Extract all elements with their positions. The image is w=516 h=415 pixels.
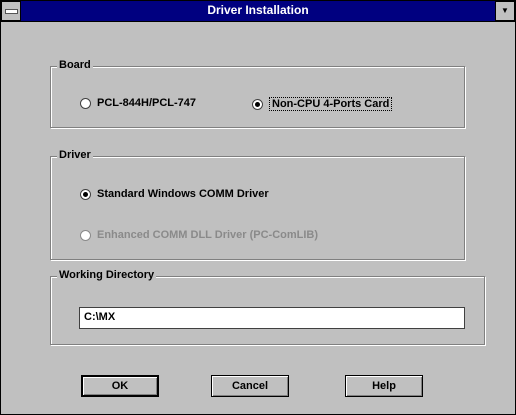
radio-label: Enhanced COMM DLL Driver (PC-ComLIB)	[97, 229, 319, 241]
radio-circle-icon	[80, 229, 91, 241]
radio-pcl-844h[interactable]: PCL-844H/PCL-747	[80, 97, 196, 109]
radio-standard-windows-comm[interactable]: Standard Windows COMM Driver	[80, 188, 269, 200]
system-menu-button[interactable]	[1, 1, 21, 21]
down-arrow-icon: ▼	[501, 6, 509, 15]
radio-circle-selected-icon	[252, 98, 263, 110]
driver-group: Driver	[50, 149, 465, 260]
radio-circle-icon	[80, 97, 91, 109]
system-menu-icon	[5, 9, 18, 14]
driver-group-title: Driver	[57, 149, 93, 161]
window-title: Driver Installation	[207, 3, 309, 17]
ok-button[interactable]: OK	[81, 375, 159, 397]
cancel-button[interactable]: Cancel	[211, 375, 289, 397]
minimize-button[interactable]: ▼	[495, 1, 515, 21]
radio-enhanced-comm-dll: Enhanced COMM DLL Driver (PC-ComLIB)	[80, 229, 318, 241]
working-directory-group-title: Working Directory	[57, 269, 157, 281]
help-button[interactable]: Help	[345, 375, 423, 397]
board-group-title: Board	[57, 59, 93, 71]
radio-label: Non-CPU 4-Ports Card	[269, 97, 393, 111]
radio-label: PCL-844H/PCL-747	[97, 97, 197, 109]
driver-installation-dialog: Driver Installation ▼ Board PCL-844H/PCL…	[0, 0, 516, 415]
working-directory-input[interactable]: C:\MX	[79, 307, 465, 329]
radio-non-cpu-4-ports[interactable]: Non-CPU 4-Ports Card	[252, 97, 393, 111]
title-bar: Driver Installation ▼	[1, 1, 515, 22]
radio-circle-selected-icon	[80, 188, 91, 200]
radio-label: Standard Windows COMM Driver	[97, 188, 269, 200]
